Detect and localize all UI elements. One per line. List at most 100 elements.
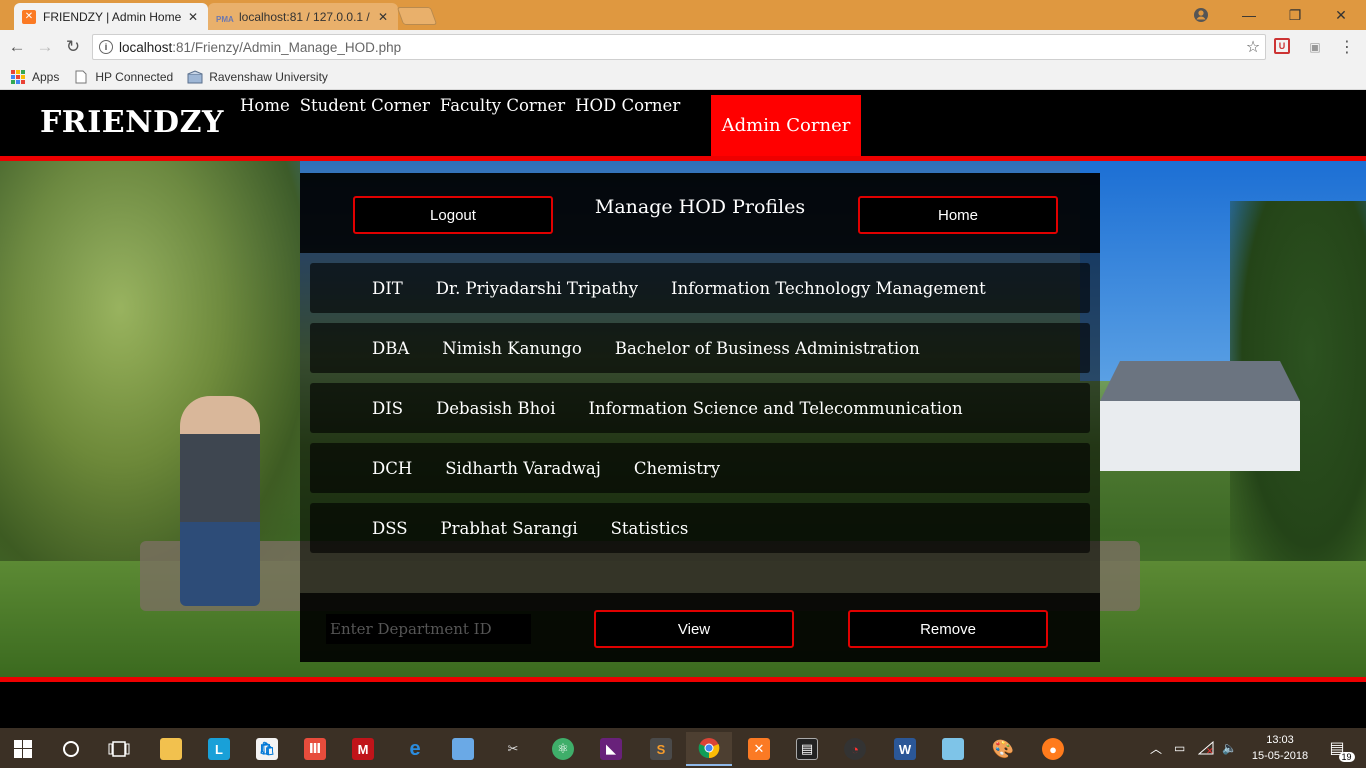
- panel-header: Logout Manage HOD Profiles Home: [300, 173, 1100, 253]
- chrome-icon[interactable]: [686, 732, 732, 766]
- restore-icon[interactable]: ❐: [1272, 0, 1318, 30]
- cortana-icon[interactable]: [48, 732, 94, 766]
- nav-admin-corner[interactable]: Admin Corner: [711, 95, 861, 156]
- bookmarks-bar: Apps HP Connected Ravenshaw University: [0, 64, 1366, 90]
- tab-friendzy[interactable]: FRIENDZY | Admin Home ✕: [14, 3, 208, 30]
- tab-label: FRIENDZY | Admin Home: [43, 9, 182, 24]
- 3d-builder-icon[interactable]: [440, 732, 486, 766]
- tray-chevron-icon[interactable]: ︿: [1150, 728, 1162, 768]
- minimize-icon[interactable]: —: [1226, 0, 1272, 30]
- wpm-icon[interactable]: ◔: [832, 732, 878, 766]
- visual-studio-icon[interactable]: ◣: [588, 732, 634, 766]
- notification-count: 19: [1338, 752, 1355, 762]
- network-icon[interactable]: ✕: [1198, 728, 1214, 768]
- hod-name: Dr. Priyadarshi Tripathy: [435, 278, 639, 298]
- extension-icon[interactable]: U: [1274, 38, 1290, 54]
- terminal-icon[interactable]: ▤: [784, 732, 830, 766]
- hod-row[interactable]: DIT Dr. Priyadarshi Tripathy Information…: [310, 263, 1090, 313]
- windows-start-icon[interactable]: [0, 732, 46, 766]
- word-icon[interactable]: W: [882, 732, 928, 766]
- nav-hod-corner[interactable]: HOD Corner: [575, 96, 680, 115]
- page-icon: [73, 69, 89, 85]
- hod-row[interactable]: DBA Nimish Kanungo Bachelor of Business …: [310, 323, 1090, 373]
- view-button[interactable]: View: [594, 610, 794, 648]
- hod-name: Prabhat Sarangi: [440, 518, 578, 538]
- battery-icon[interactable]: ▭: [1174, 728, 1185, 768]
- dept-name: Information Science and Telecommunicatio…: [588, 398, 963, 418]
- mcafee-icon[interactable]: M: [340, 732, 386, 766]
- bookmark-label: Apps: [32, 69, 60, 84]
- bookmark-hp-connected[interactable]: HP Connected: [73, 69, 173, 85]
- sublime-icon[interactable]: S: [638, 732, 684, 766]
- hod-name: Sidharth Varadwaj: [445, 458, 601, 478]
- close-icon[interactable]: ✕: [376, 10, 390, 24]
- new-tab-button[interactable]: [396, 7, 438, 25]
- department-id-input[interactable]: [326, 614, 531, 644]
- hod-row[interactable]: DIS Debasish Bhoi Information Science an…: [310, 383, 1090, 433]
- manage-hod-panel: Logout Manage HOD Profiles Home DIT Dr. …: [300, 173, 1100, 662]
- lync-icon[interactable]: L: [196, 732, 242, 766]
- atom-icon[interactable]: ⚛: [540, 732, 586, 766]
- firefox-icon[interactable]: ●: [1030, 732, 1076, 766]
- nav-faculty-corner[interactable]: Faculty Corner: [440, 96, 565, 115]
- window-close-icon[interactable]: ✕: [1318, 0, 1364, 30]
- clock-time: 13:03: [1266, 734, 1294, 746]
- dept-id: DSS: [372, 518, 408, 538]
- close-icon[interactable]: ✕: [186, 10, 200, 24]
- edge-icon[interactable]: e: [392, 732, 438, 766]
- site-header: FRIENDZY Home Student Corner Faculty Cor…: [0, 91, 1366, 156]
- tab-phpmyadmin[interactable]: PMA localhost:81 / 127.0.0.1 / ✕: [208, 3, 398, 30]
- remove-button[interactable]: Remove: [848, 610, 1048, 648]
- dept-name: Statistics: [610, 518, 689, 538]
- tools-icon[interactable]: ✂: [490, 732, 536, 766]
- nav-home[interactable]: Home: [240, 96, 290, 115]
- address-bar[interactable]: i localhost:81/Frienzy/Admin_Manage_HOD.…: [92, 34, 1266, 60]
- taskbar-clock[interactable]: 13:03 15-05-2018: [1246, 732, 1314, 764]
- apps-grid-icon: [10, 69, 26, 85]
- nav-student-corner[interactable]: Student Corner: [300, 96, 430, 115]
- dept-id: DIT: [372, 278, 403, 298]
- tab-label: localhost:81 / 127.0.0.1 /: [239, 9, 370, 24]
- dept-name: Chemistry: [633, 458, 721, 478]
- url-text: localhost:81/Frienzy/Admin_Manage_HOD.ph…: [119, 39, 402, 55]
- bookmark-label: Ravenshaw University: [209, 69, 328, 84]
- dept-name: Information Technology Management: [671, 278, 986, 298]
- store-icon[interactable]: 🛍: [244, 732, 290, 766]
- browser-toolbar: ← → ↻ i localhost:81/Frienzy/Admin_Manag…: [0, 30, 1366, 64]
- clock-date: 15-05-2018: [1251, 750, 1309, 762]
- app-red-icon[interactable]: Ⅲ: [292, 732, 338, 766]
- volume-icon[interactable]: 🔈: [1222, 728, 1237, 768]
- site-logo[interactable]: FRIENDZY: [40, 105, 224, 140]
- bookmark-label: HP Connected: [95, 69, 174, 84]
- xampp-icon: [22, 9, 36, 24]
- bookmark-star-icon[interactable]: ☆: [1241, 37, 1265, 57]
- task-view-icon[interactable]: [96, 732, 142, 766]
- bookmark-apps[interactable]: Apps: [10, 69, 59, 85]
- hod-row[interactable]: DSS Prabhat Sarangi Statistics: [310, 503, 1090, 553]
- notes-icon[interactable]: [930, 732, 976, 766]
- notification-center-icon[interactable]: ▤ 19: [1322, 728, 1355, 768]
- info-icon[interactable]: i: [99, 40, 113, 54]
- ravenshaw-icon: [187, 69, 203, 85]
- xampp-taskbar-icon[interactable]: ✕: [736, 732, 782, 766]
- dept-id: DCH: [372, 458, 413, 478]
- bookmark-ravenshaw[interactable]: Ravenshaw University: [187, 69, 328, 85]
- footer-divider: [0, 677, 1366, 682]
- reload-icon[interactable]: ↻: [62, 36, 84, 58]
- file-explorer-icon[interactable]: [148, 732, 194, 766]
- profile-icon[interactable]: [1178, 0, 1224, 30]
- pdf-extension-icon[interactable]: ▣: [1306, 38, 1324, 56]
- home-button[interactable]: Home: [858, 196, 1058, 234]
- windows-taskbar: L 🛍 Ⅲ M e ✂ ⚛ ◣ S ✕ ▤ ◔ W 🎨 ● ︿ ▭ ✕ 🔈 13…: [0, 728, 1366, 768]
- svg-text:✕: ✕: [1206, 747, 1214, 755]
- dept-id: DBA: [372, 338, 410, 358]
- hod-name: Nimish Kanungo: [442, 338, 582, 358]
- back-icon[interactable]: ←: [6, 36, 28, 58]
- browser-tab-strip: FRIENDZY | Admin Home ✕ PMA localhost:81…: [0, 0, 1366, 30]
- forward-icon[interactable]: →: [34, 36, 56, 58]
- menu-icon[interactable]: ⋮: [1338, 38, 1356, 56]
- hod-list: DIT Dr. Priyadarshi Tripathy Information…: [310, 263, 1090, 563]
- paint-icon[interactable]: 🎨: [980, 732, 1026, 766]
- hod-row[interactable]: DCH Sidharth Varadwaj Chemistry: [310, 443, 1090, 493]
- dept-id: DIS: [372, 398, 404, 418]
